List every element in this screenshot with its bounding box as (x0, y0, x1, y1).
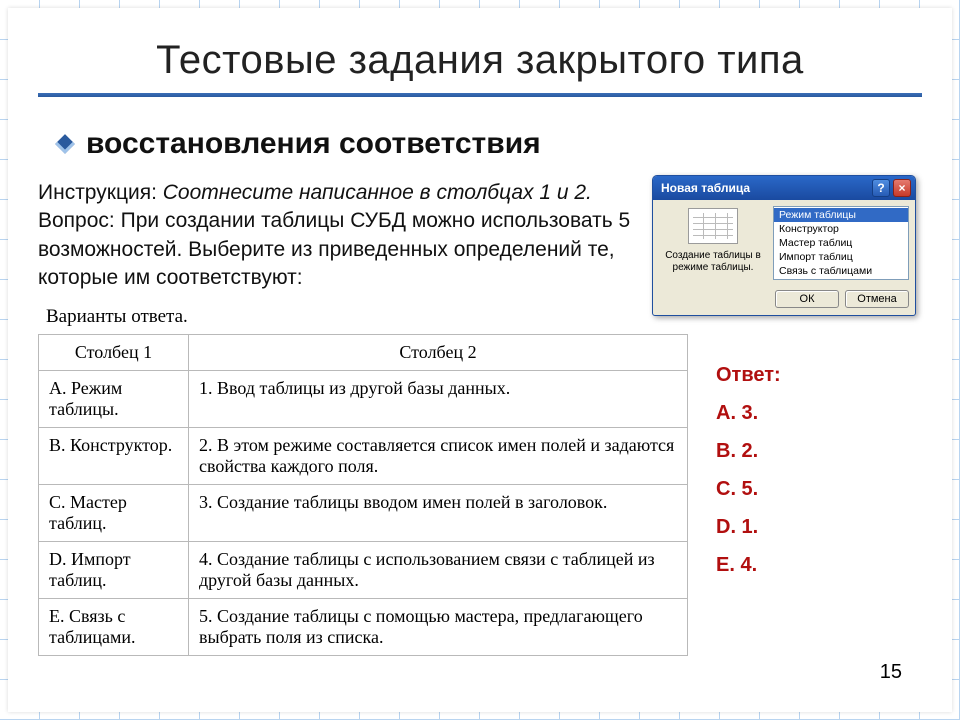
ok-button[interactable]: ОК (775, 290, 839, 308)
cancel-button[interactable]: Отмена (845, 290, 909, 308)
answer-area: Варианты ответа. Столбец 1 Столбец 2 A. … (38, 306, 922, 656)
cell-col2: 2. В этом режиме составляется список име… (189, 428, 688, 485)
answer-key-item: D. 1. (716, 508, 781, 546)
cell-col2: 5. Создание таблицы с помощью мастера, п… (189, 599, 688, 656)
list-item[interactable]: Режим таблицы (774, 208, 908, 222)
new-table-dialog: Новая таблица ? × Создание таблицы в реж… (652, 175, 916, 316)
subtitle: восстановления соответствия (86, 127, 541, 161)
subtitle-row: восстановления соответствия (38, 127, 922, 161)
list-item[interactable]: Связь с таблицами (774, 264, 908, 278)
cell-col1: A. Режим таблицы. (39, 371, 189, 428)
dialog-button-row: ОК Отмена (653, 286, 915, 315)
answer-key-label: Ответ: (716, 356, 781, 394)
variants-label: Варианты ответа. (38, 306, 688, 328)
cell-col1: E. Связь с таблицами. (39, 599, 189, 656)
answer-key: Ответ: A. 3. B. 2. C. 5. D. 1. E. 4. (706, 356, 781, 584)
slide: Тестовые задания закрытого типа восстано… (8, 8, 952, 712)
list-item[interactable]: Импорт таблиц (774, 250, 908, 264)
instruction-label: Инструкция: (38, 181, 157, 204)
matching-table: Столбец 1 Столбец 2 A. Режим таблицы. 1.… (38, 334, 688, 656)
close-button[interactable]: × (893, 179, 911, 197)
answer-key-item: E. 4. (716, 546, 781, 584)
table-row: C. Мастер таблиц. 3. Создание таблицы вв… (39, 485, 688, 542)
answer-key-item: C. 5. (716, 470, 781, 508)
answer-key-item: B. 2. (716, 432, 781, 470)
dialog-titlebar: Новая таблица ? × (653, 176, 915, 200)
cell-col2: 4. Создание таблицы с использованием свя… (189, 542, 688, 599)
list-item[interactable]: Конструктор (774, 222, 908, 236)
table-row: A. Режим таблицы. 1. Ввод таблицы из дру… (39, 371, 688, 428)
dialog-preview-label: Создание таблицы в режиме таблицы. (659, 250, 767, 274)
cell-col2: 1. Ввод таблицы из другой базы данных. (189, 371, 688, 428)
page-number: 15 (880, 661, 902, 684)
question-text: При создании таблицы СУБД можно использо… (38, 209, 630, 289)
table-header: Столбец 1 (39, 335, 189, 371)
table-header: Столбец 2 (189, 335, 688, 371)
dialog-preview: Создание таблицы в режиме таблицы. (659, 206, 767, 280)
table-row: B. Конструктор. 2. В этом режиме составл… (39, 428, 688, 485)
dialog-title: Новая таблица (661, 181, 750, 195)
cell-col1: D. Импорт таблиц. (39, 542, 189, 599)
cell-col1: C. Мастер таблиц. (39, 485, 189, 542)
instruction-block: Инструкция: Соотнесите написанное в стол… (38, 179, 658, 292)
dialog-title-buttons: ? × (872, 179, 911, 197)
content: Инструкция: Соотнесите написанное в стол… (38, 179, 922, 656)
list-item[interactable]: Мастер таблиц (774, 236, 908, 250)
bullet-icon (55, 134, 75, 154)
table-preview-icon (688, 208, 738, 244)
instruction-text: Соотнесите написанное в столбцах 1 и 2. (163, 181, 592, 204)
answer-key-item: A. 3. (716, 394, 781, 432)
dialog-mode-list[interactable]: Режим таблицы Конструктор Мастер таблиц … (773, 206, 909, 280)
table-block: Варианты ответа. Столбец 1 Столбец 2 A. … (38, 306, 688, 656)
help-button[interactable]: ? (872, 179, 890, 197)
title-underline (38, 93, 922, 97)
table-row: E. Связь с таблицами. 5. Создание таблиц… (39, 599, 688, 656)
cell-col2: 3. Создание таблицы вводом имен полей в … (189, 485, 688, 542)
table-row: D. Импорт таблиц. 4. Создание таблицы с … (39, 542, 688, 599)
slide-title: Тестовые задания закрытого типа (38, 38, 922, 83)
question-label: Вопрос: (38, 209, 115, 232)
dialog-body: Создание таблицы в режиме таблицы. Режим… (653, 200, 915, 286)
cell-col1: B. Конструктор. (39, 428, 189, 485)
